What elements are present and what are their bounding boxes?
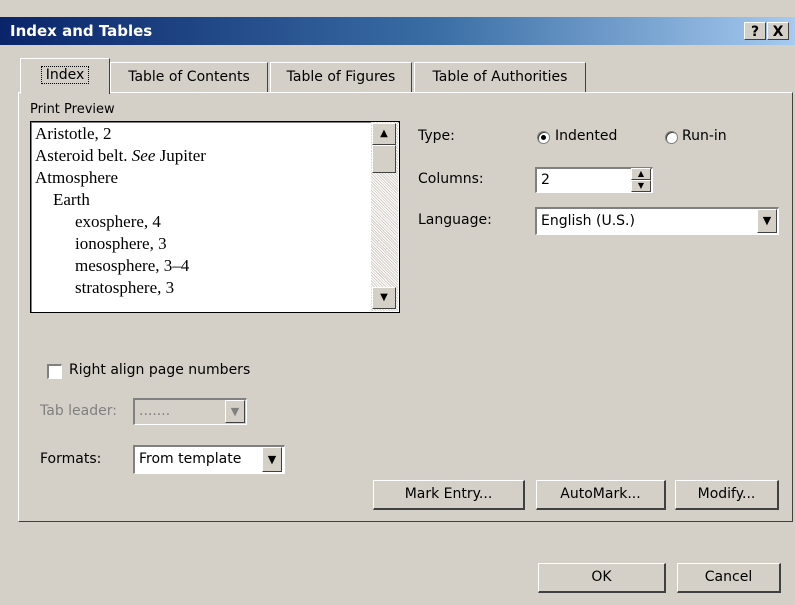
language-dropdown-button[interactable]: ▼ (757, 209, 777, 233)
language-value: English (U.S.) (541, 213, 635, 229)
columns-increment[interactable]: ▲ (631, 168, 651, 180)
scroll-thumb[interactable] (372, 145, 396, 173)
modify-button[interactable]: Modify... (675, 480, 779, 510)
tab-leader-value: ....... (139, 403, 171, 419)
tab-label: Table of Figures (286, 69, 396, 85)
up-arrow-icon: ▲ (380, 128, 388, 139)
close-button[interactable]: X (767, 22, 789, 40)
formats-dropdown-button[interactable]: ▼ (262, 447, 282, 472)
preview-line: exosphere, 4 (75, 212, 161, 231)
up-arrow-icon: ▲ (637, 169, 645, 178)
preview-line: Atmosphere (35, 168, 119, 187)
preview-line: mesosphere, 3–4 (75, 256, 190, 275)
print-preview-box: Aristotle, 2 Asteroid belt. See Jupiter … (30, 121, 400, 313)
cancel-button[interactable]: Cancel (677, 563, 781, 593)
language-label: Language: (418, 212, 492, 228)
columns-value: 2 (541, 172, 550, 188)
help-button[interactable]: ? (744, 22, 766, 40)
down-arrow-icon: ▼ (637, 181, 645, 190)
automark-button[interactable]: AutoMark... (536, 480, 666, 510)
preview-line: Aristotle, 2 (35, 124, 112, 143)
type-label: Type: (418, 128, 455, 144)
radio-dot (541, 135, 546, 140)
tab-label: Table of Contents (128, 69, 250, 85)
tab-table-of-figures[interactable]: Table of Figures (270, 62, 412, 92)
window-title: Index and Tables (10, 22, 153, 40)
print-preview-label: Print Preview (30, 102, 115, 117)
scroll-up-button[interactable]: ▲ (372, 123, 396, 145)
preview-line: stratosphere, 3 (75, 278, 175, 297)
chevron-down-icon: ▼ (230, 405, 240, 418)
radio-indented[interactable] (537, 131, 550, 144)
ok-button[interactable]: OK (538, 563, 666, 593)
columns-decrement[interactable]: ▼ (631, 180, 651, 192)
tab-table-of-contents[interactable]: Table of Contents (110, 62, 268, 92)
right-align-label[interactable]: Right align page numbers (69, 362, 250, 378)
chevron-down-icon: ▼ (267, 453, 277, 466)
tab-table-of-authorities[interactable]: Table of Authorities (414, 62, 586, 92)
tab-label: Table of Authorities (432, 69, 568, 85)
radio-run-in[interactable] (665, 131, 678, 144)
tab-leader-label: Tab leader: (40, 403, 117, 419)
preview-line: Earth (53, 190, 90, 209)
tab-label: Index (40, 66, 90, 84)
right-align-checkbox[interactable] (47, 364, 62, 379)
formats-label: Formats: (40, 451, 102, 467)
radio-run-in-label[interactable]: Run-in (682, 128, 727, 144)
radio-indented-label[interactable]: Indented (555, 128, 617, 144)
preview-line: Asteroid belt. See Jupiter (35, 146, 206, 165)
tab-index[interactable]: Index (20, 58, 110, 94)
down-arrow-icon: ▼ (380, 292, 388, 303)
tab-leader-dropdown-button[interactable]: ▼ (225, 400, 245, 423)
mark-entry-button[interactable]: Mark Entry... (373, 480, 525, 510)
scroll-down-button[interactable]: ▼ (372, 287, 396, 309)
language-select[interactable]: English (U.S.) (535, 207, 779, 235)
chevron-down-icon: ▼ (762, 214, 772, 227)
columns-label: Columns: (418, 171, 484, 187)
preview-line: ionosphere, 3 (75, 234, 167, 253)
formats-value: From template (139, 451, 242, 467)
